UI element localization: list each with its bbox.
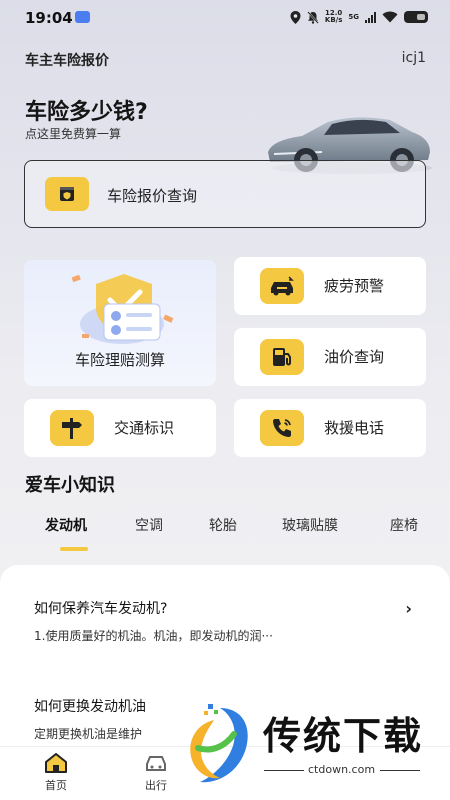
- article-title: 如何保养汽车发动机?: [34, 601, 168, 617]
- notification-app-icon: [75, 11, 90, 23]
- nav-home[interactable]: 首页: [26, 753, 86, 793]
- nav-travel-label: 出行: [145, 779, 167, 792]
- fatigue-warning-card[interactable]: 疲劳预警: [234, 257, 426, 315]
- status-bar: 19:04 12.0 KB/s 5G: [0, 0, 450, 36]
- home-icon: [45, 753, 67, 773]
- chevron-right-icon[interactable]: ›: [405, 599, 412, 618]
- active-tab-indicator: [60, 547, 88, 551]
- watermark-divider: [264, 770, 304, 771]
- tab-engine[interactable]: 发动机: [45, 515, 87, 535]
- app-title: 车主车险报价: [25, 53, 109, 69]
- location-icon: [290, 10, 301, 24]
- battery-icon: [404, 11, 428, 23]
- status-time: 19:04: [25, 9, 73, 27]
- fuel-pump-icon: [260, 339, 304, 375]
- watermark-divider: [380, 770, 420, 771]
- net-speed-unit: KB/s: [324, 16, 343, 24]
- claim-estimate-label: 车险理赔测算: [74, 351, 165, 369]
- watermark-emblem-icon: [190, 704, 248, 783]
- claim-illustration-icon: [71, 274, 174, 344]
- hero-subtitle[interactable]: 点这里免费算一算: [25, 125, 121, 142]
- quote-query-card[interactable]: 车险报价查询: [24, 160, 426, 228]
- tab-seats[interactable]: 座椅: [390, 515, 418, 535]
- article-item[interactable]: 如何保养汽车发动机? 1.使用质量好的机油。机油，即发动机的润···: [34, 598, 424, 644]
- network-type: 5G: [348, 13, 359, 21]
- car-alert-icon: [260, 268, 304, 304]
- phone-call-icon: [260, 410, 304, 446]
- app-header: 车主车险报价 icj1: [25, 50, 426, 70]
- hero-title[interactable]: 车险多少钱?: [25, 94, 148, 126]
- traffic-signs-card[interactable]: 交通标识: [24, 399, 216, 457]
- knowledge-section-title: 爱车小知识: [25, 475, 115, 496]
- rescue-phone-card[interactable]: 救援电话: [234, 399, 426, 457]
- claim-estimate-card[interactable]: 车险理赔测算: [24, 260, 216, 386]
- mute-bell-icon: [307, 10, 319, 24]
- user-name[interactable]: icj1: [402, 50, 426, 66]
- status-icons: 12.0 KB/s 5G: [290, 10, 428, 24]
- rescue-phone-label: 救援电话: [324, 419, 385, 437]
- shield-document-icon: [45, 177, 89, 211]
- fuel-price-card[interactable]: 油价查询: [234, 328, 426, 386]
- knowledge-tabs: 发动机 空调 轮胎 玻璃贴膜 座椅: [0, 515, 450, 551]
- car-icon: [146, 756, 166, 771]
- nav-home-label: 首页: [45, 779, 67, 792]
- tab-window-film[interactable]: 玻璃贴膜: [282, 515, 338, 535]
- net-speed: 12.0 KB/s: [325, 10, 342, 24]
- nav-travel[interactable]: 出行: [126, 753, 186, 793]
- watermark-domain: ctdown.com: [308, 763, 376, 776]
- signal-icon: [365, 11, 376, 23]
- wifi-icon: [382, 11, 398, 23]
- watermark-logo: 传统下载 ctdown.com: [180, 700, 440, 790]
- tab-tires[interactable]: 轮胎: [209, 515, 237, 535]
- fuel-price-label: 油价查询: [324, 348, 385, 366]
- traffic-signs-label: 交通标识: [114, 419, 175, 437]
- tab-air-conditioning[interactable]: 空调: [135, 515, 163, 535]
- watermark-text: 传统下载: [263, 714, 424, 758]
- quote-query-label: 车险报价查询: [107, 187, 198, 205]
- fatigue-warning-label: 疲劳预警: [324, 277, 385, 295]
- signpost-icon: [50, 410, 94, 446]
- article-excerpt: 1.使用质量好的机油。机油，即发动机的润···: [34, 629, 273, 643]
